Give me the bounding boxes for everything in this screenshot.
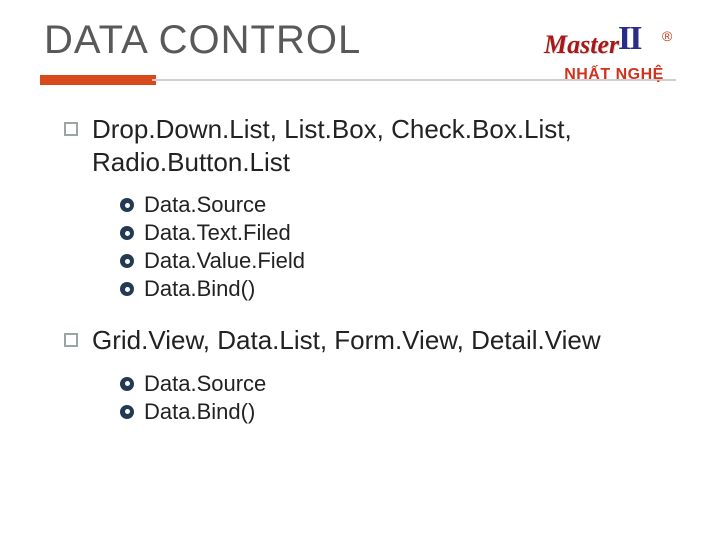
bullet-level2: Data.Bind() xyxy=(120,276,680,302)
slide-content: Drop.Down.List, List.Box, Check.Box.List… xyxy=(40,89,680,447)
dot-bullet-icon xyxy=(120,198,134,212)
level2-text: Data.Text.Filed xyxy=(144,220,291,246)
dot-bullet-icon xyxy=(120,254,134,268)
level1-text: Drop.Down.List, List.Box, Check.Box.List… xyxy=(92,113,680,178)
bullet-level2: Data.Source xyxy=(120,371,680,397)
bullet-level2: Data.Value.Field xyxy=(120,248,680,274)
slide-header: DATA CONTROL Master II ® NHẤT NGHỆ xyxy=(40,18,680,63)
logo-ii-text: II xyxy=(618,20,640,58)
dot-bullet-icon xyxy=(120,405,134,419)
bullet-level2: Data.Text.Filed xyxy=(120,220,680,246)
logo-subtitle: NHẤT NGHỆ xyxy=(544,66,684,84)
bullet-level2: Data.Source xyxy=(120,192,680,218)
square-bullet-icon xyxy=(64,122,78,136)
level2-block: Data.Source Data.Text.Filed Data.Value.F… xyxy=(64,184,680,324)
dot-bullet-icon xyxy=(120,282,134,296)
logo-master-text: Master xyxy=(544,30,619,60)
divider-accent xyxy=(40,75,156,85)
level2-text: Data.Bind() xyxy=(144,399,255,425)
bullet-level1: Grid.View, Data.List, Form.View, Detail.… xyxy=(64,324,680,357)
square-bullet-icon xyxy=(64,333,78,347)
bullet-level1: Drop.Down.List, List.Box, Check.Box.List… xyxy=(64,113,680,178)
level2-text: Data.Bind() xyxy=(144,276,255,302)
registered-icon: ® xyxy=(662,28,672,44)
level2-block: Data.Source Data.Bind() xyxy=(64,363,680,447)
level1-text: Grid.View, Data.List, Form.View, Detail.… xyxy=(92,324,601,357)
level2-text: Data.Source xyxy=(144,192,266,218)
dot-bullet-icon xyxy=(120,226,134,240)
bullet-level2: Data.Bind() xyxy=(120,399,680,425)
logo-top: Master II ® xyxy=(544,20,684,64)
dot-bullet-icon xyxy=(120,377,134,391)
slide: DATA CONTROL Master II ® NHẤT NGHỆ Drop.… xyxy=(0,0,720,540)
level2-text: Data.Value.Field xyxy=(144,248,305,274)
brand-logo: Master II ® NHẤT NGHỆ xyxy=(544,20,684,84)
level2-text: Data.Source xyxy=(144,371,266,397)
